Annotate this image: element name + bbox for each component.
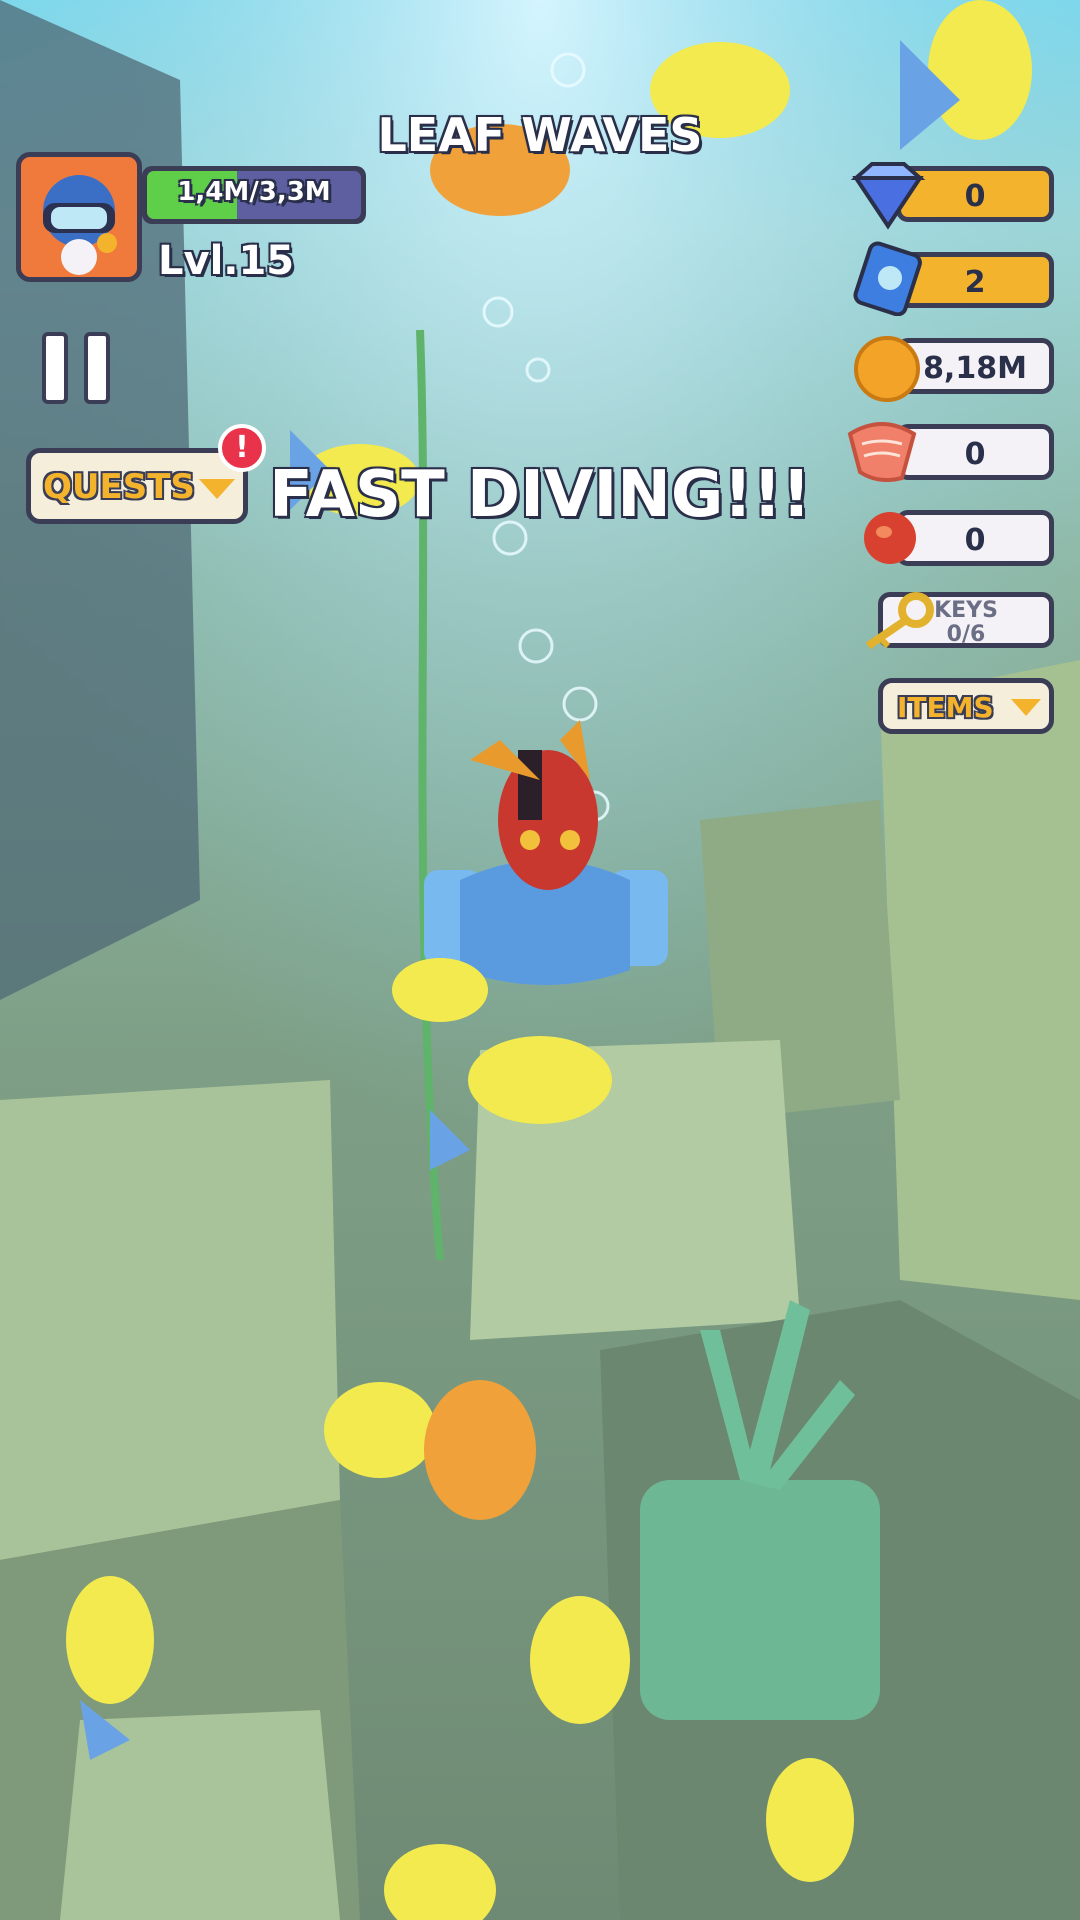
- berries-counter: 0: [896, 510, 1054, 566]
- coin-icon: [854, 336, 920, 402]
- ticket-icon: [853, 241, 922, 316]
- items-label: ITEMS: [897, 691, 994, 724]
- gem-icon: [850, 162, 926, 230]
- berries-value: 0: [964, 523, 986, 558]
- pause-icon: [42, 332, 68, 404]
- salmon-value: 0: [964, 437, 986, 472]
- diver-avatar-icon: [43, 175, 117, 275]
- pause-button[interactable]: [38, 332, 118, 412]
- level-name: LEAF WAVES: [377, 108, 703, 162]
- items-button[interactable]: ITEMS: [878, 678, 1054, 734]
- chevron-down-icon: [1011, 699, 1041, 716]
- key-icon: [865, 592, 934, 650]
- player-avatar[interactable]: [16, 152, 142, 282]
- xp-bar: 1,4M/3,3M: [142, 166, 366, 224]
- quests-alert-badge: !: [218, 424, 266, 472]
- berry-icon: [864, 512, 916, 564]
- salmon-icon: [847, 422, 917, 482]
- player-level: Lvl.15: [158, 238, 295, 284]
- quests-label: QUESTS: [43, 467, 195, 507]
- pause-icon-bar: [84, 332, 110, 404]
- coins-value: 8,18M: [923, 351, 1027, 386]
- xp-text: 1,4M/3,3M: [177, 177, 331, 207]
- chevron-down-icon: [199, 479, 235, 499]
- quests-button[interactable]: QUESTS: [26, 448, 248, 524]
